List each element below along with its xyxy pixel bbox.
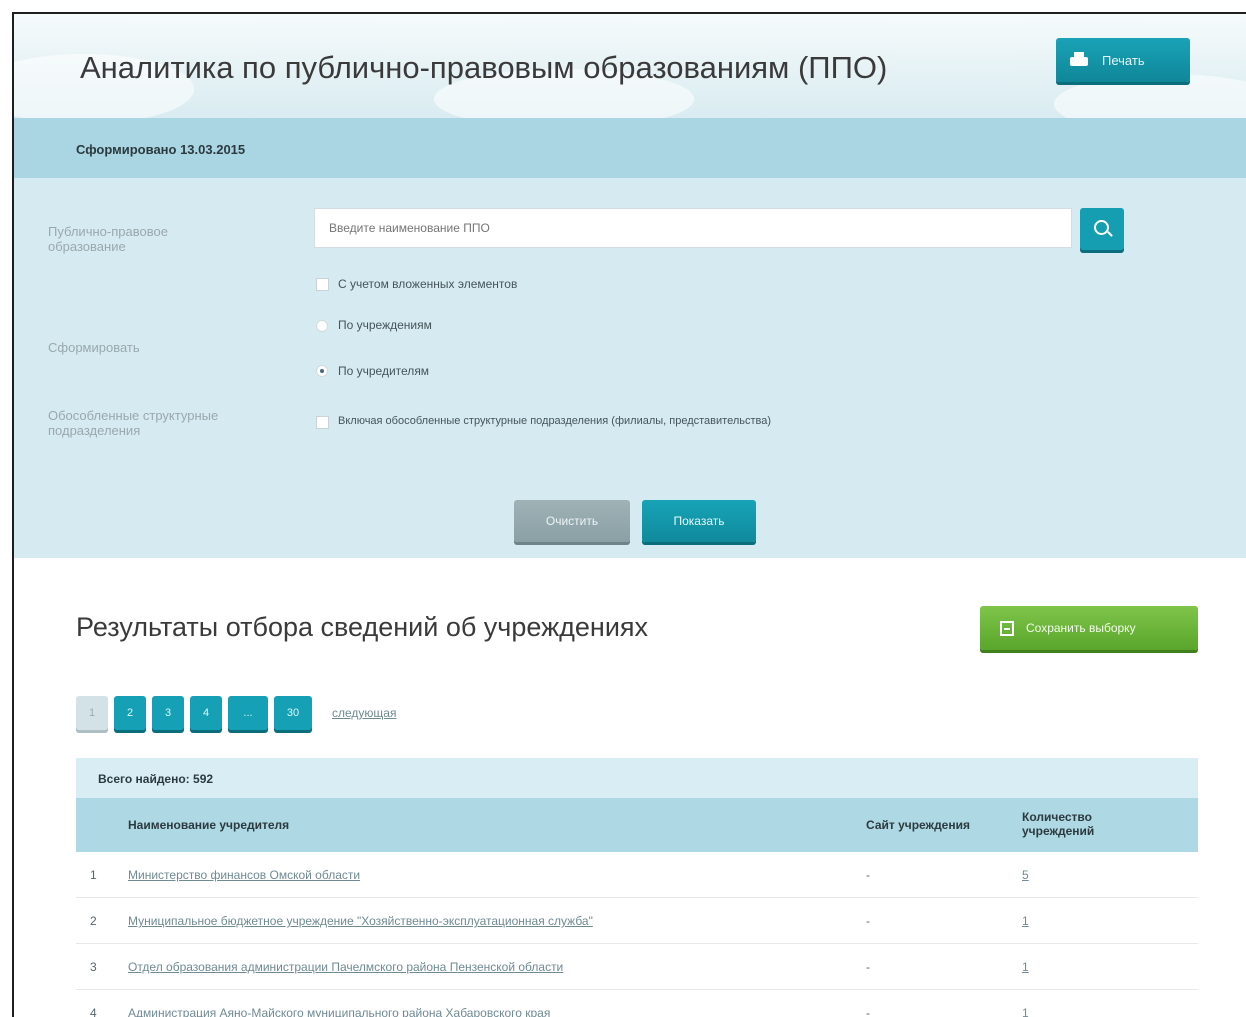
column-count: Количество учреждений [1022, 810, 1095, 838]
table-row: 1 Министерство финансов Омской области -… [76, 852, 1198, 898]
count-link[interactable]: 1 [1022, 960, 1029, 974]
clear-button[interactable]: Очистить [514, 500, 630, 542]
column-site: Сайт учреждения [866, 818, 970, 832]
column-founder-name: Наименование учредителя [128, 818, 290, 832]
page-button-last[interactable]: 30 [274, 696, 312, 730]
site-value: - [866, 1006, 870, 1017]
row-number: 2 [90, 914, 97, 928]
table-row: 2 Муниципальное бюджетное учреждение "Хо… [76, 898, 1198, 944]
printer-icon [1070, 52, 1088, 68]
results-title: Результаты отбора сведений об учреждения… [76, 612, 649, 642]
nested-elements-checkbox[interactable] [316, 278, 329, 291]
nested-elements-label: С учетом вложенных элементов [338, 277, 518, 291]
page-frame: Аналитика по публично-правовым образован… [12, 12, 1246, 1017]
next-page-link[interactable]: следующая [332, 706, 396, 720]
save-selection-label: Сохранить выборку [1026, 621, 1136, 635]
table-header: Наименование учредителя Сайт учреждения … [76, 798, 1198, 852]
show-button[interactable]: Показать [642, 500, 756, 542]
page-title: Аналитика по публично-правовым образован… [80, 50, 888, 85]
results-table: Всего найдено: 592 Наименование учредите… [76, 758, 1198, 1017]
save-icon [1000, 620, 1014, 636]
radio-by-founders[interactable] [316, 365, 328, 377]
page-button[interactable]: 4 [190, 696, 222, 730]
site-value: - [866, 868, 870, 882]
total-found: Всего найдено: 592 [76, 758, 1198, 798]
table-row: 3 Отдел образования администрации Пачелм… [76, 944, 1198, 990]
search-button[interactable] [1080, 208, 1124, 250]
separate-units-checkbox[interactable] [316, 416, 329, 429]
ppo-search-input[interactable] [314, 208, 1072, 248]
generated-date: Сформировано 13.03.2015 [14, 118, 1246, 178]
row-number: 1 [90, 868, 97, 882]
separate-units-option: Включая обособленные структурные подразд… [338, 415, 772, 427]
form-label: Сформировать [48, 340, 140, 355]
page-button-current[interactable]: 1 [76, 696, 108, 730]
page-header: Аналитика по публично-правовым образован… [14, 14, 1246, 134]
separate-units-label: Обособленные структурные подразделения [48, 408, 219, 438]
filter-panel: Публично-правовое образование С учетом в… [14, 178, 1246, 558]
radio-by-founders-label: По учредителям [338, 364, 430, 378]
row-number: 4 [90, 1006, 97, 1017]
save-selection-button[interactable]: Сохранить выборку [980, 606, 1198, 650]
site-value: - [866, 960, 870, 974]
count-link[interactable]: 5 [1022, 868, 1029, 882]
ppo-label: Публично-правовое образование [48, 224, 168, 254]
print-button[interactable]: Печать [1056, 38, 1190, 82]
founder-link[interactable]: Муниципальное бюджетное учреждение "Хозя… [128, 914, 593, 928]
count-link[interactable]: 1 [1022, 1006, 1029, 1017]
page-button[interactable]: 2 [114, 696, 146, 730]
site-value: - [866, 914, 870, 928]
page-button-ellipsis[interactable]: ... [228, 696, 268, 730]
row-number: 3 [90, 960, 97, 974]
print-button-label: Печать [1102, 52, 1145, 68]
radio-by-institutions-label: По учреждениям [338, 318, 432, 332]
table-row: 4 Администрация Аяно-Майского муниципаль… [76, 990, 1198, 1017]
count-link[interactable]: 1 [1022, 914, 1029, 928]
radio-by-institutions[interactable] [316, 320, 328, 332]
founder-link[interactable]: Администрация Аяно-Майского муниципально… [128, 1006, 550, 1017]
page-button[interactable]: 3 [152, 696, 184, 730]
founder-link[interactable]: Отдел образования администрации Пачелмск… [128, 960, 563, 974]
founder-link[interactable]: Министерство финансов Омской области [128, 868, 360, 882]
